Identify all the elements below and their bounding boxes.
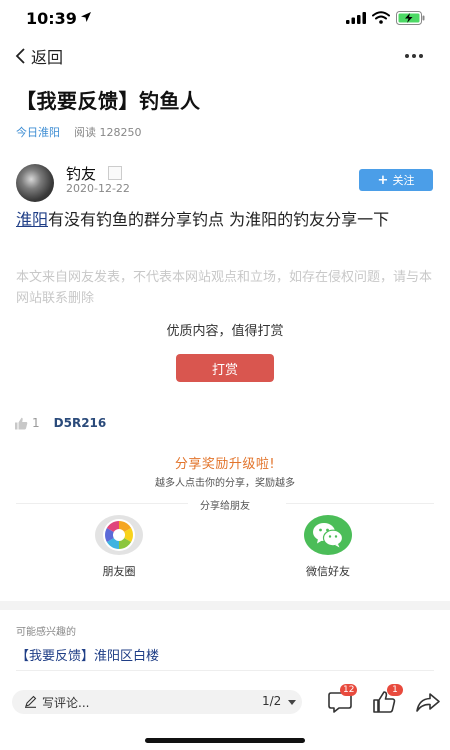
author-name[interactable]: 钓友 (66, 163, 96, 184)
article-meta: 今日淮阳 阅读 128250 (16, 124, 142, 140)
reward-prompt: 优质内容，值得打赏 (166, 324, 284, 339)
wechat-moments-icon (103, 519, 135, 551)
wifi-icon (372, 11, 390, 24)
comment-input[interactable]: 写评论... 1/2 (12, 690, 302, 714)
related-item[interactable]: 【我要反馈】淮阳区白楼 (16, 645, 159, 664)
like-code: D5R216 (53, 416, 107, 430)
location-arrow-icon (81, 12, 91, 22)
thumbs-up-icon[interactable] (14, 417, 28, 430)
section-separator (0, 601, 450, 610)
follow-label: 关注 (392, 174, 415, 187)
back-label: 返回 (31, 48, 64, 67)
disclaimer: 本文来自网友发表，不代表本网站观点和立场，如存在侵权问题，请与本网站联系删除 (16, 270, 433, 306)
more-dots-icon[interactable] (402, 44, 426, 68)
chevron-left-icon (15, 48, 25, 64)
pencil-icon (25, 695, 37, 708)
wechat-icon (313, 523, 344, 548)
comment-placeholder: 写评论... (42, 696, 90, 710)
back-button[interactable]: 返回 (14, 44, 63, 68)
avatar[interactable] (16, 164, 54, 202)
divider (16, 670, 434, 671)
like-row: 1 D5R216 (14, 416, 106, 430)
share-wechat-button[interactable]: 微信好友 (293, 515, 363, 579)
article-title: 【我要反馈】钓鱼人 (16, 89, 201, 113)
home-indicator (145, 738, 305, 743)
status-bar: 10:39 (0, 0, 450, 36)
body-text: 有没有钓鱼的群分享钓点 为淮阳的钓友分享一下 (48, 210, 390, 229)
share-moments-button[interactable]: 朋友圈 (84, 515, 154, 579)
share-divider: 分享给朋友 (0, 497, 450, 512)
author-badge-box (108, 166, 122, 180)
share-subtitle: 越多人点击你的分享，奖励越多 (155, 478, 295, 489)
share-arrow-icon[interactable] (414, 688, 442, 716)
reward-button[interactable]: 打赏 (176, 354, 274, 382)
article-body: 淮阳有没有钓鱼的群分享钓点 为淮阳的钓友分享一下 (16, 207, 436, 232)
battery-charging-icon (396, 11, 425, 25)
like-count: 1 (32, 416, 40, 430)
share-title: 分享奖励升级啦! (174, 457, 276, 472)
comment-count-badge: 12 (340, 684, 358, 696)
post-date: 2020-12-22 (66, 182, 130, 195)
share-moments-label: 朋友圈 (102, 565, 136, 578)
plus-icon: + (377, 172, 389, 188)
read-count: 阅读 128250 (74, 126, 142, 139)
related-label: 可能感兴趣的 (16, 627, 76, 638)
body-location-link[interactable]: 淮阳 (16, 210, 48, 229)
share-divider-text: 分享给朋友 (200, 501, 250, 512)
status-time: 10:39 (26, 9, 77, 28)
follow-button[interactable]: + 关注 (359, 169, 433, 191)
source-link[interactable]: 今日淮阳 (16, 124, 60, 140)
like-count-badge: 1 (387, 684, 403, 696)
page-indicator[interactable]: 1/2 (262, 694, 281, 708)
signal-icon (346, 12, 366, 24)
caret-down-icon[interactable] (288, 700, 296, 705)
nav-bar: 返回 (0, 40, 450, 72)
share-wechat-label: 微信好友 (306, 565, 350, 578)
